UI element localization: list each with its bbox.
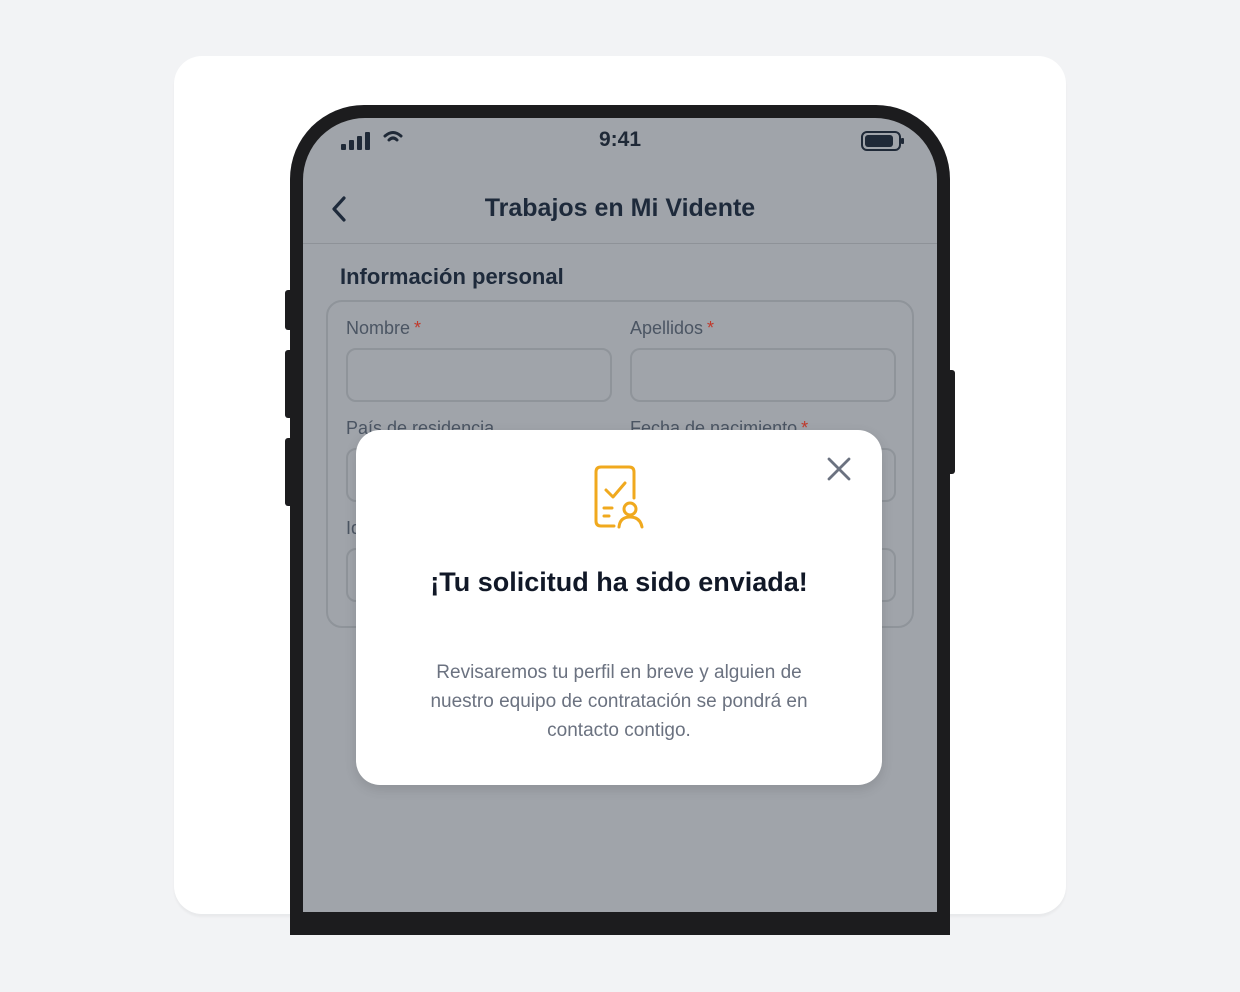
modal-description: Revisaremos tu perfil en breve y alguien… — [430, 662, 808, 741]
success-modal: ¡Tu solicitud ha sido enviada! Revisarem… — [356, 430, 882, 785]
section-title: Información personal — [340, 264, 564, 289]
battery-icon — [861, 131, 904, 151]
field-label-apellidos: Apellidos * — [630, 318, 715, 338]
field-label-nombre: Nombre * — [346, 318, 422, 338]
close-icon[interactable] — [824, 454, 854, 484]
modal-title: ¡Tu solicitud ha sido enviada! — [430, 567, 808, 597]
nombre-input[interactable] — [346, 348, 612, 402]
required-mark: * — [414, 318, 422, 338]
nav-bar: Trabajos en Mi Vidente — [303, 178, 937, 244]
volume-up-button — [285, 350, 293, 418]
power-button — [947, 370, 955, 474]
volume-down-button — [285, 438, 293, 506]
required-mark: * — [707, 318, 715, 338]
document-check-person-icon — [594, 465, 644, 529]
status-time: 9:41 — [598, 128, 642, 151]
apellidos-input[interactable] — [630, 348, 896, 402]
status-bar: 9:41 — [303, 118, 937, 164]
mute-switch — [285, 290, 293, 330]
page-title: Trabajos en Mi Vidente — [484, 194, 756, 222]
